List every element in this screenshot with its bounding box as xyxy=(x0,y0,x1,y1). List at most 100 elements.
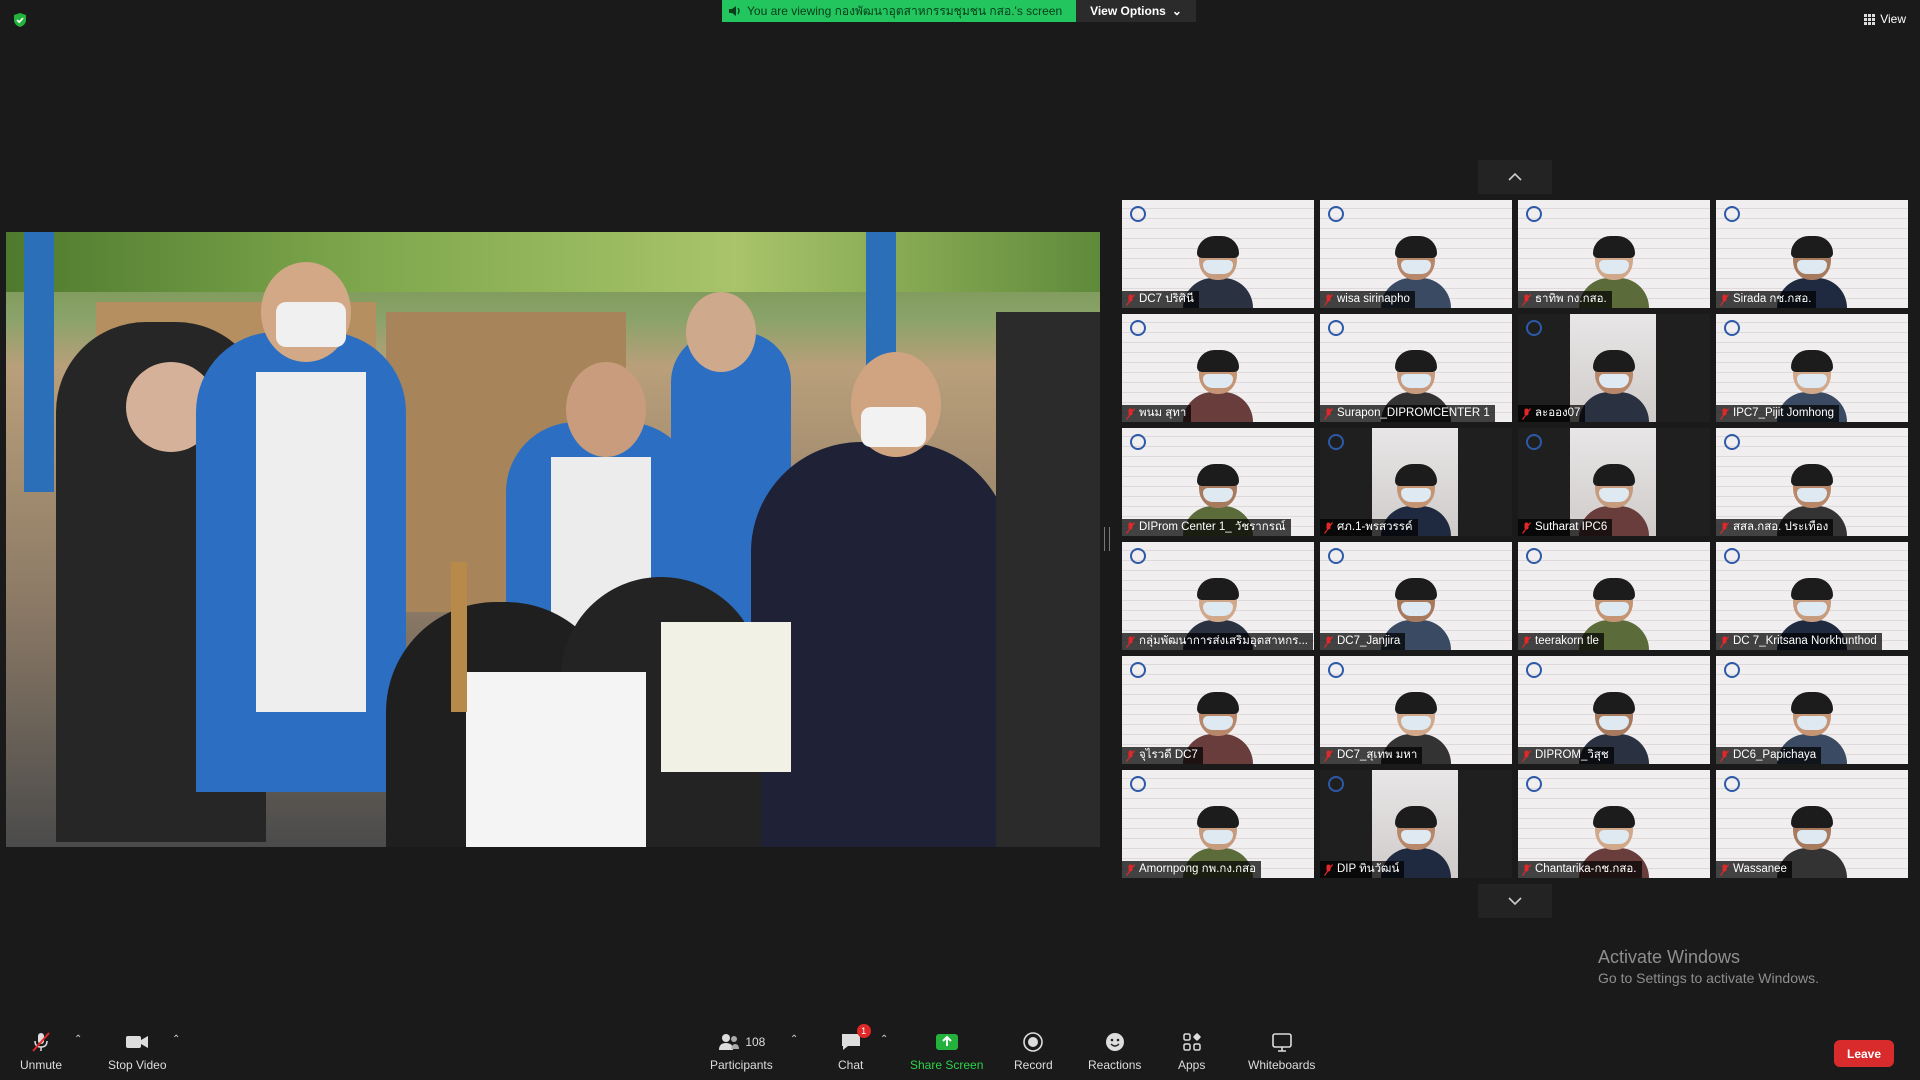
participant-name: teerakorn tle xyxy=(1535,635,1599,647)
microphone-muted-icon xyxy=(1126,521,1135,534)
participant-tile[interactable]: DC7_สุเทพ มหา xyxy=(1320,656,1512,764)
microphone-muted-icon xyxy=(1522,635,1531,648)
security-shield-icon[interactable] xyxy=(12,12,28,28)
activate-windows-watermark: Activate Windows Go to Settings to activ… xyxy=(1598,947,1819,986)
reactions-button[interactable]: Reactions xyxy=(1088,1030,1141,1072)
participant-name-tag: Wassanee xyxy=(1716,861,1792,878)
audio-options-chevron-icon[interactable]: ⌃ xyxy=(74,1034,82,1045)
participant-name: DC 7_Kritsana Norkhunthod xyxy=(1733,635,1877,647)
participant-avatar xyxy=(1183,350,1253,422)
participant-name-tag: wisa sirinapho xyxy=(1320,291,1415,308)
participant-tile[interactable]: Surapon_DIPROMCENTER 1 xyxy=(1320,314,1512,422)
participant-name-tag: Chantarika-กช.กสอ. xyxy=(1518,861,1642,878)
participant-tile[interactable]: Sirada กช.กสอ. xyxy=(1716,200,1908,308)
participants-options-chevron-icon[interactable]: ⌃ xyxy=(790,1034,798,1045)
reactions-label: Reactions xyxy=(1088,1058,1142,1072)
participant-tile[interactable]: DIP ทินวัฒน์ xyxy=(1320,770,1512,878)
view-options-label: View Options xyxy=(1090,4,1166,18)
microphone-muted-icon xyxy=(1324,521,1333,534)
chevron-down-icon xyxy=(1508,897,1522,906)
microphone-muted-icon xyxy=(1720,293,1729,306)
participant-name-tag: พนม สุทา xyxy=(1122,405,1192,422)
participant-tile[interactable]: DC 7_Kritsana Norkhunthod xyxy=(1716,542,1908,650)
participant-tile[interactable]: DIPROM_วิสุช xyxy=(1518,656,1710,764)
record-label: Record xyxy=(1014,1058,1053,1072)
share-screen-button[interactable]: Share Screen xyxy=(910,1030,983,1072)
view-options-button[interactable]: View Options ⌄ xyxy=(1076,0,1196,22)
diprom-logo-icon xyxy=(1526,434,1542,450)
diprom-logo-icon xyxy=(1130,548,1146,564)
participant-tile[interactable]: DC7 ปริศินี xyxy=(1122,200,1314,308)
participants-icon xyxy=(719,1034,740,1050)
participant-tile[interactable]: ศภ.1-พรสวรรค์ xyxy=(1320,428,1512,536)
participant-name: DIP ทินวัฒน์ xyxy=(1337,863,1400,875)
microphone-muted-icon xyxy=(1720,635,1729,648)
chat-button[interactable]: 1 Chat xyxy=(838,1024,871,1072)
participant-gallery: DC7 ปริศินี wisa sirinapho ธาทิพ กง.กสอ. Si… xyxy=(1122,200,1910,880)
unmute-label: Unmute xyxy=(20,1058,63,1072)
diprom-logo-icon xyxy=(1130,434,1146,450)
stop-video-label: Stop Video xyxy=(108,1058,167,1072)
participants-button[interactable]: 108 Participants xyxy=(710,1030,773,1072)
participant-tile[interactable]: ละออง07 xyxy=(1518,314,1710,422)
participant-name-tag: Sutharat IPC6 xyxy=(1518,519,1613,536)
participant-tile[interactable]: Sutharat IPC6 xyxy=(1518,428,1710,536)
participant-tile[interactable]: teerakorn tle xyxy=(1518,542,1710,650)
share-screen-icon xyxy=(935,1034,958,1050)
diprom-logo-icon xyxy=(1724,320,1740,336)
participant-name: DC7_Janjira xyxy=(1337,635,1401,647)
share-banner-text: You are viewing กองพัฒนาอุตสาหกรรมชุมชน … xyxy=(747,3,1063,18)
gallery-prev-page-button[interactable] xyxy=(1478,160,1552,194)
apps-icon xyxy=(1182,1033,1201,1051)
microphone-muted-icon xyxy=(1324,293,1333,306)
participant-name: IPC7_Pijit Jomhong xyxy=(1733,407,1834,419)
diprom-logo-icon xyxy=(1526,548,1542,564)
participant-name-tag: DC6_Papichaya xyxy=(1716,747,1822,764)
participant-tile[interactable]: ธาทิพ กง.กสอ. xyxy=(1518,200,1710,308)
microphone-muted-icon xyxy=(1522,293,1531,306)
microphone-muted-icon xyxy=(1522,521,1531,534)
whiteboards-button[interactable]: Whiteboards xyxy=(1248,1030,1315,1072)
participant-name-tag: Surapon_DIPROMCENTER 1 xyxy=(1320,405,1495,422)
microphone-muted-icon xyxy=(1324,635,1333,648)
video-camera-icon xyxy=(126,1036,149,1048)
gallery-next-page-button[interactable] xyxy=(1478,884,1552,918)
participant-tile[interactable]: IPC7_Pijit Jomhong xyxy=(1716,314,1908,422)
diprom-logo-icon xyxy=(1724,548,1740,564)
participant-tile[interactable]: DIProm Center 1_ วัชรากรณ์ xyxy=(1122,428,1314,536)
participant-tile[interactable]: Wassanee xyxy=(1716,770,1908,878)
stop-video-button[interactable]: Stop Video xyxy=(108,1030,167,1072)
chat-label: Chat xyxy=(838,1058,864,1072)
smiley-face-icon xyxy=(1105,1033,1124,1051)
diprom-logo-icon xyxy=(1130,320,1146,336)
microphone-muted-icon xyxy=(1720,863,1729,876)
microphone-muted-icon xyxy=(1522,863,1531,876)
participant-tile[interactable]: Amornpong กพ.กง.กสอ xyxy=(1122,770,1314,878)
microphone-muted-icon xyxy=(1324,863,1333,876)
shared-screen-video xyxy=(6,232,1100,847)
chevron-up-icon xyxy=(1508,172,1522,181)
chat-options-chevron-icon[interactable]: ⌃ xyxy=(880,1034,888,1045)
participant-name: พนม สุทา xyxy=(1139,407,1187,419)
participant-name-tag: IPC7_Pijit Jomhong xyxy=(1716,405,1839,422)
panel-resize-handle[interactable] xyxy=(1104,527,1110,551)
leave-button[interactable]: Leave xyxy=(1834,1040,1894,1067)
participant-tile[interactable]: พนม สุทา xyxy=(1122,314,1314,422)
participant-tile[interactable]: wisa sirinapho xyxy=(1320,200,1512,308)
participant-name: Sutharat IPC6 xyxy=(1535,521,1608,533)
participant-name-tag: teerakorn tle xyxy=(1518,633,1604,650)
unmute-button[interactable]: Unmute xyxy=(20,1030,62,1072)
view-button[interactable]: View xyxy=(1864,12,1906,26)
participant-name: Wassanee xyxy=(1733,863,1787,875)
participant-tile[interactable]: Chantarika-กช.กสอ. xyxy=(1518,770,1710,878)
participant-tile[interactable]: DC7_Janjira xyxy=(1320,542,1512,650)
participant-name-tag: DC7 ปริศินี xyxy=(1122,291,1199,308)
participant-tile[interactable]: จุไรวดี DC7 xyxy=(1122,656,1314,764)
participant-tile[interactable]: DC6_Papichaya xyxy=(1716,656,1908,764)
apps-button[interactable]: Apps xyxy=(1178,1030,1205,1072)
record-button[interactable]: Record xyxy=(1014,1030,1053,1072)
video-options-chevron-icon[interactable]: ⌃ xyxy=(172,1034,180,1045)
participant-tile[interactable]: กลุ่มพัฒนาการส่งเสริมอุตสาหกร... xyxy=(1122,542,1314,650)
participant-tile[interactable]: สสล.กสอ. ประเทือง xyxy=(1716,428,1908,536)
speaker-icon xyxy=(729,6,740,16)
